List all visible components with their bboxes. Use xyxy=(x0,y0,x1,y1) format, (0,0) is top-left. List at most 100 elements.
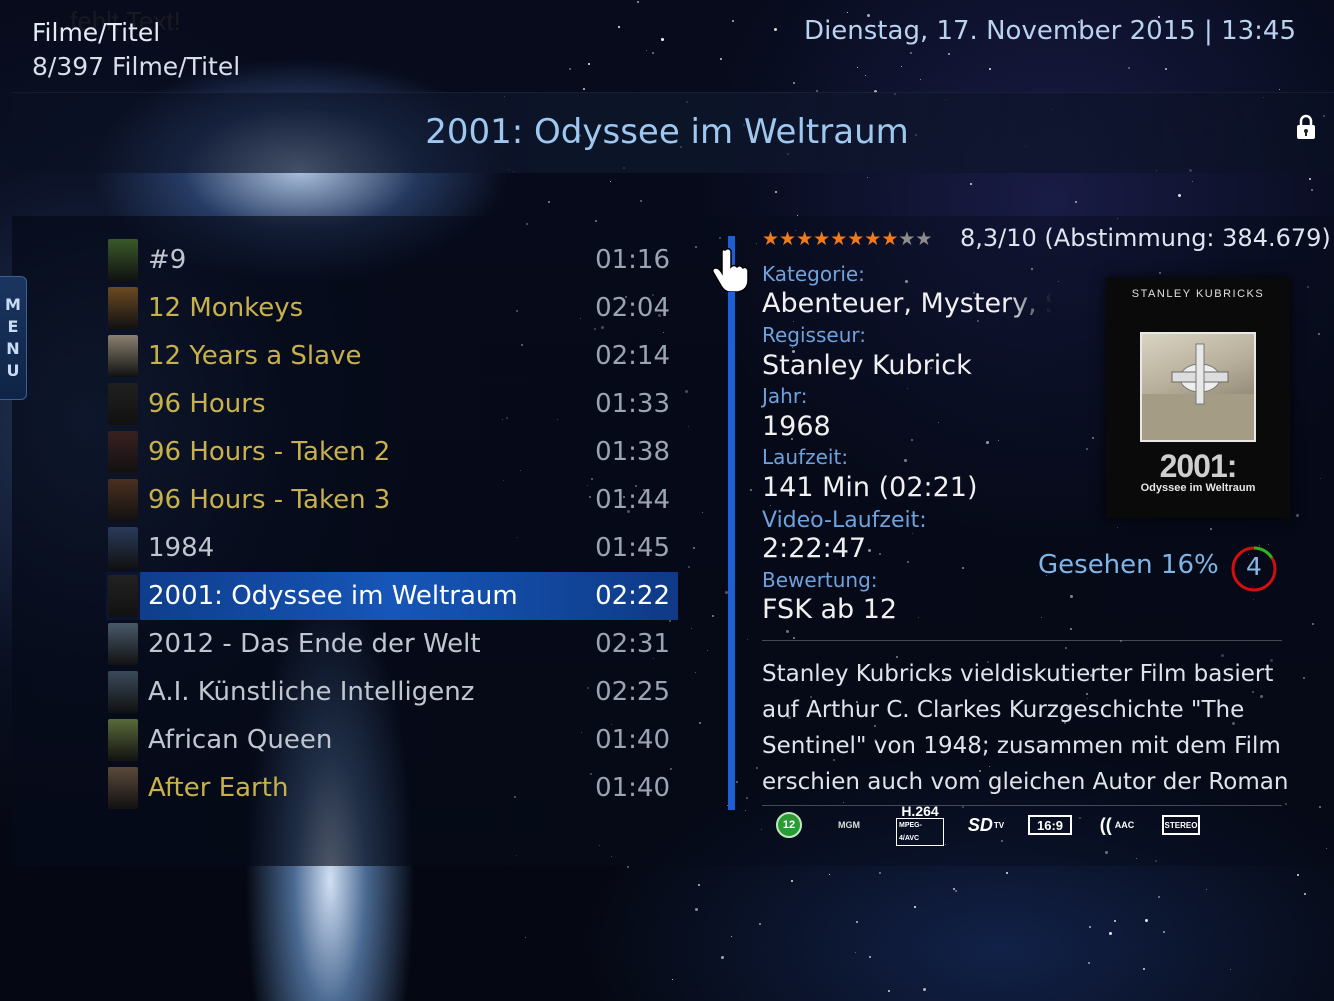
movie-list-item[interactable]: African Queen 01:40 xyxy=(106,716,678,764)
menu-tab-letter: E xyxy=(7,317,19,336)
movie-list-item[interactable]: 96 Hours 01:33 xyxy=(106,380,678,428)
star-dot xyxy=(1303,893,1306,896)
movie-duration: 01:16 xyxy=(595,245,670,275)
movie-list-item[interactable]: 2012 - Das Ende der Welt 02:31 xyxy=(106,620,678,668)
star-icon: ★ xyxy=(796,228,814,250)
star-dot xyxy=(953,887,956,890)
movie-thumbnail xyxy=(108,671,138,713)
header-info: Filme/Titel 8/397 Filme/Titel xyxy=(32,16,240,84)
menu-tab[interactable]: MENU xyxy=(0,276,27,400)
star-dot xyxy=(854,951,856,953)
resolution-badge: SD TV xyxy=(966,812,1006,838)
star-dot xyxy=(865,75,867,77)
movie-list-item[interactable]: 1984 01:45 xyxy=(106,524,678,572)
star-dot xyxy=(1177,193,1181,197)
item-count: 8/397 Filme/Titel xyxy=(32,52,241,81)
star-dot xyxy=(672,978,674,980)
datetime: Dienstag, 17. November 2015 | 13:45 xyxy=(804,16,1296,46)
movie-title: 96 Hours xyxy=(148,389,266,419)
movie-list-item[interactable]: A.I. Künstliche Intelligenz 02:25 xyxy=(106,668,678,716)
star-dot xyxy=(660,37,664,41)
star-dot xyxy=(1164,68,1167,71)
movie-list-item[interactable]: #9 01:16 xyxy=(106,236,678,284)
movie-list-item[interactable]: 12 Years a Slave 02:14 xyxy=(106,332,678,380)
movie-duration: 02:31 xyxy=(595,629,670,659)
menu-tab-letter: U xyxy=(6,361,20,380)
star-dot xyxy=(609,180,611,182)
star-dot xyxy=(646,50,648,52)
hand-pointer-icon xyxy=(712,247,749,292)
resolution-label: SD xyxy=(967,814,993,835)
star-dot xyxy=(758,922,761,925)
movie-duration: 01:40 xyxy=(595,773,670,803)
movie-duration: 02:14 xyxy=(595,341,670,371)
lock-icon[interactable] xyxy=(1296,114,1316,140)
director-label: Regisseur: xyxy=(762,323,866,347)
movie-title: 96 Hours - Taken 3 xyxy=(148,485,391,515)
movie-duration: 01:33 xyxy=(595,389,670,419)
star-dot xyxy=(878,872,881,875)
star-dot xyxy=(1310,189,1313,192)
category-value: Abenteuer, Mystery, Science Fiction xyxy=(762,288,1052,319)
star-dot xyxy=(914,906,917,909)
movie-list-item[interactable]: 12 Monkeys 02:04 xyxy=(106,284,678,332)
movie-list-item[interactable]: 96 Hours - Taken 2 01:38 xyxy=(106,428,678,476)
star-dot xyxy=(547,200,550,203)
star-dot xyxy=(1192,181,1194,183)
movie-title: A.I. Künstliche Intelligenz xyxy=(148,677,475,707)
media-flags: 12 MGM H.264 MPEG-4/AVC SD TV 16:9 (( AA… xyxy=(776,804,1222,846)
rating-label: Bewertung: xyxy=(762,568,878,592)
star-dot xyxy=(1006,872,1009,875)
star-dot xyxy=(955,889,958,892)
movie-list: #9 01:16 12 Monkeys 02:04 12 Years a Slave 02… xyxy=(106,236,678,812)
poster-subtitle: Odyssee im Weltraum xyxy=(1140,482,1256,494)
movie-list-item[interactable]: 2001: Odyssee im Weltraum 02:22 xyxy=(106,572,678,620)
star-dot xyxy=(587,63,590,66)
star-icon: ★ xyxy=(762,228,780,250)
movie-thumbnail xyxy=(108,239,138,281)
star-dot xyxy=(730,935,732,937)
star-dot xyxy=(1158,896,1161,899)
movie-thumbnail xyxy=(108,767,138,809)
menu-tab-letter: N xyxy=(6,339,20,358)
star-dot xyxy=(856,67,858,69)
star-dot xyxy=(568,68,571,71)
director-value: Stanley Kubrick xyxy=(762,350,972,381)
star-dot xyxy=(910,52,913,55)
movie-title: 12 Monkeys xyxy=(148,293,304,323)
star-dot xyxy=(847,11,849,13)
movie-duration: 01:44 xyxy=(595,485,670,515)
star-dot xyxy=(868,955,871,958)
audio-codec-label: AAC xyxy=(1114,820,1135,830)
star-dot xyxy=(698,884,701,887)
video-runtime-value: 2:22:47 xyxy=(762,533,867,564)
audio-codec-badge: (( AAC xyxy=(1094,812,1140,838)
divider xyxy=(762,805,1282,806)
aspect-ratio-badge: 16:9 xyxy=(1028,815,1072,835)
category-label: Kategorie: xyxy=(762,262,865,286)
movie-thumbnail xyxy=(108,623,138,665)
movie-thumbnail xyxy=(108,479,138,521)
codec-badge: H.264 MPEG-4/AVC xyxy=(896,804,944,846)
star-dot xyxy=(775,191,778,194)
star-dot xyxy=(920,78,922,80)
star-dot xyxy=(525,936,527,938)
movie-duration: 01:45 xyxy=(595,533,670,563)
star-dot xyxy=(790,880,793,883)
star-dot xyxy=(1089,926,1092,929)
star-dot xyxy=(721,956,725,960)
movie-thumbnail xyxy=(108,335,138,377)
star-dot xyxy=(1128,66,1131,69)
scroll-indicator[interactable] xyxy=(728,236,735,810)
page-title: 2001: Odyssee im Weltraum xyxy=(425,112,909,152)
movie-poster[interactable]: STANLEY KUBRICKS 2001: Odyssee im Weltra… xyxy=(1106,278,1290,518)
movie-list-item[interactable]: After Earth 01:40 xyxy=(106,764,678,812)
star-dot xyxy=(719,57,722,60)
watched-text: Gesehen 16% xyxy=(1038,550,1219,580)
movie-thumbnail xyxy=(108,383,138,425)
movie-title: 2001: Odyssee im Weltraum xyxy=(148,581,518,611)
star-icon: ★ xyxy=(779,228,797,250)
movie-list-item[interactable]: 96 Hours - Taken 3 01:44 xyxy=(106,476,678,524)
star-dot xyxy=(731,19,734,22)
star-dot xyxy=(1075,201,1078,204)
